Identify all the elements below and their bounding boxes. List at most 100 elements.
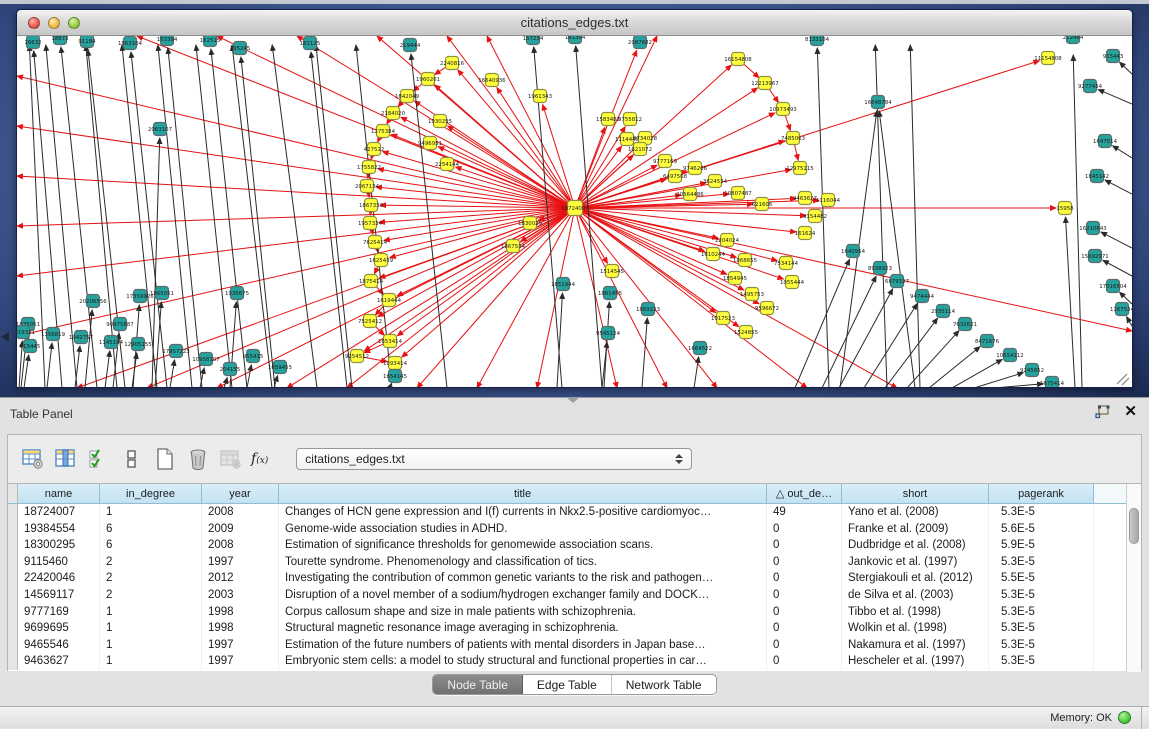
cell-out_degree: 0 <box>767 653 842 670</box>
tab-network-table[interactable]: Network Table <box>612 675 716 694</box>
zoom-window-button[interactable] <box>68 17 80 29</box>
citation-edge-black <box>389 384 391 388</box>
new-document-icon[interactable] <box>152 447 178 471</box>
table-row[interactable]: 1456911722003Disruption of a novel membe… <box>8 587 1141 604</box>
node-label: 1961343 <box>528 94 552 100</box>
node-label: 10654112 <box>996 353 1023 359</box>
node-label: 9746266 <box>683 166 708 172</box>
node-label: 9545124 <box>596 331 621 337</box>
node-label: 18873 <box>51 36 68 42</box>
column-header-year[interactable]: year <box>202 484 279 504</box>
citation-edge-black <box>232 45 272 388</box>
select-stepper-icon <box>675 454 683 464</box>
close-panel-icon[interactable]: ✕ <box>1124 405 1137 419</box>
select-rows-icon[interactable] <box>86 447 112 471</box>
table-scrollbar-thumb[interactable] <box>1129 508 1139 544</box>
node-label: 1654145 <box>383 374 407 380</box>
column-header-title[interactable]: title <box>279 484 767 504</box>
column-header-in_degree[interactable]: in_degree <box>100 484 202 504</box>
table-panel: Table Panel ✕ <box>0 397 1149 727</box>
column-header-short[interactable]: short <box>842 484 989 504</box>
cell-out_degree: 0 <box>767 570 842 587</box>
node-label: 1664522 <box>688 346 712 352</box>
node-label: 955415 <box>243 354 264 360</box>
node-label: 2240816 <box>440 61 465 67</box>
table-row[interactable]: 2242004622012Investigating the contribut… <box>8 570 1141 587</box>
node-label: 1867534 <box>501 244 526 250</box>
table-scrollbar[interactable] <box>1126 484 1141 672</box>
column-header-name[interactable]: name <box>18 484 100 504</box>
table-row[interactable]: 969969511998Structural magnetic resonanc… <box>8 620 1141 637</box>
node-label: 9474444 <box>910 294 935 300</box>
cell-in_degree: 1 <box>100 504 202 521</box>
citation-network-graph[interactable]: 1663218873911841863104103394162515195245… <box>17 36 1132 388</box>
node-label: 1865051 <box>150 291 174 297</box>
node-label: 11154808 <box>1034 56 1062 62</box>
network-canvas[interactable]: 1663218873911841863104103394162515195245… <box>17 36 1132 388</box>
citation-edge-red <box>543 105 575 208</box>
table-row[interactable]: 946362711997Embryonic stem cells: a mode… <box>8 653 1141 670</box>
table-row[interactable]: 977716911998Corpus callosum shape and si… <box>8 604 1141 621</box>
node-label: 3919321 <box>17 330 35 336</box>
node-label: 161624 <box>795 231 816 237</box>
delete-icon[interactable] <box>185 447 211 471</box>
cell-title: Tourette syndrome. Phenomenology and cla… <box>279 554 767 571</box>
cell-title: Changes of HCN gene expression and I(f) … <box>279 504 767 521</box>
function-builder-icon[interactable]: f(x) <box>251 451 268 467</box>
cell-pagerank: 5.3E-5 <box>989 504 1094 521</box>
table-row[interactable]: 946554611997Estimation of the future num… <box>8 637 1141 654</box>
table-row[interactable]: 911546021997Tourette syndrome. Phenomeno… <box>8 554 1141 571</box>
resize-grip-icon[interactable] <box>1117 374 1129 385</box>
table-panel-header: Table Panel ✕ <box>0 398 1149 432</box>
table-row[interactable]: 1830029562008Estimation of significance … <box>8 537 1141 554</box>
cell-out_degree: 0 <box>767 587 842 604</box>
node-label: 16632 <box>24 40 41 46</box>
cell-title: Embryonic stem cells: a model to study s… <box>279 653 767 670</box>
table-settings-icon[interactable] <box>20 447 46 471</box>
column-header-out_de[interactable]: △ out_de… <box>767 484 842 504</box>
window-titlebar[interactable]: citations_edges.txt <box>17 10 1132 36</box>
row-gutter <box>8 504 18 521</box>
cell-pagerank: 5.5E-5 <box>989 570 1094 587</box>
merge-rows-icon[interactable] <box>119 447 145 471</box>
table-row[interactable]: 1938455462009Genome-wide association stu… <box>8 521 1141 538</box>
close-window-button[interactable] <box>28 17 40 29</box>
minimize-window-button[interactable] <box>48 17 60 29</box>
node-label: 1156819 <box>41 332 66 338</box>
tab-node-table[interactable]: Node Table <box>433 675 523 694</box>
node-label: 16648784 <box>864 100 892 106</box>
node-label: 7525412 <box>358 319 382 325</box>
citation-edge-black <box>170 360 175 388</box>
cell-year: 2008 <box>202 537 279 554</box>
node-label: 9245652 <box>1020 368 1044 374</box>
splitter-handle-icon[interactable] <box>567 398 579 403</box>
insert-column-icon[interactable] <box>53 447 79 471</box>
node-label: 1875414 <box>359 279 384 285</box>
table-toolbar: f(x) citations_edges.txt <box>8 435 1141 482</box>
node-label: 1514545 <box>600 269 624 275</box>
tab-edge-table[interactable]: Edge Table <box>523 675 612 694</box>
cell-out_degree: 0 <box>767 554 842 571</box>
node-label: 1935675 <box>225 291 249 297</box>
node-label: 2067134 <box>355 184 380 190</box>
cell-short: Stergiakouli et al. (2012) <box>842 570 989 587</box>
network-view-window[interactable]: citations_edges.txt 16632188739118418631… <box>16 9 1133 388</box>
table-row[interactable]: 1872400712008Changes of HCN gene express… <box>8 504 1141 521</box>
float-panel-icon[interactable] <box>1095 405 1110 419</box>
node-label: 621606 <box>752 202 773 208</box>
citation-edge-red <box>575 208 897 388</box>
node-label: 7485063 <box>781 136 805 142</box>
node-label: 2935114 <box>931 309 956 315</box>
network-table-select[interactable]: citations_edges.txt <box>296 448 692 470</box>
citation-edge-black <box>1101 232 1132 248</box>
collapse-panel-arrow-icon[interactable] <box>1 332 9 342</box>
status-bar-separator <box>1141 707 1142 729</box>
citation-edge-black <box>47 343 52 388</box>
node-label: 1942757 <box>69 335 93 341</box>
cell-pagerank: 5.3E-5 <box>989 653 1094 670</box>
node-label: 1851944 <box>551 282 576 288</box>
column-header-pagerank[interactable]: pagerank <box>989 484 1094 504</box>
citation-edge-black <box>411 54 447 388</box>
table-zone: f(x) citations_edges.txt namein_degreeye… <box>7 434 1142 671</box>
citation-edge-black <box>994 384 1043 388</box>
